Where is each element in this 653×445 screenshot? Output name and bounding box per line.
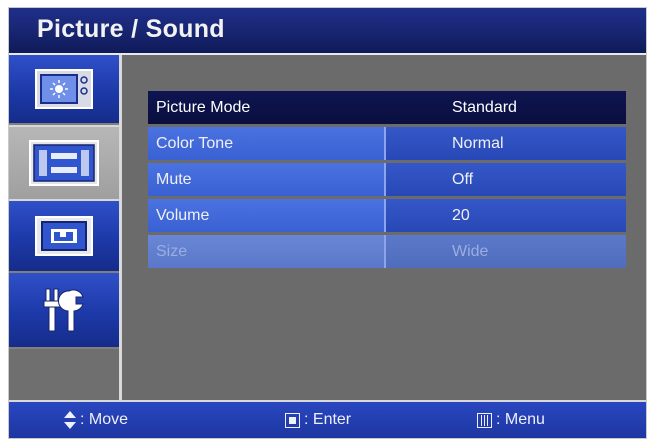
menu-hint-label: : Menu bbox=[496, 411, 545, 428]
menu-button-icon bbox=[477, 412, 492, 428]
menu-row-label: Color Tone bbox=[148, 127, 384, 160]
sidebar-item-setup[interactable] bbox=[9, 273, 119, 349]
enter-hint: : Enter bbox=[285, 411, 351, 429]
enter-button-icon bbox=[285, 412, 300, 428]
menu-row-label: Picture Mode bbox=[148, 91, 384, 124]
menu-row-value: Off bbox=[384, 163, 626, 196]
settings-list: Picture Mode Standard Color Tone Normal … bbox=[148, 91, 626, 271]
menu-row-color-tone[interactable]: Color Tone Normal bbox=[148, 127, 626, 160]
status-bar: : Move : Enter : Menu bbox=[9, 400, 646, 438]
picture-icon bbox=[35, 69, 93, 109]
menu-row-value: Normal bbox=[384, 127, 626, 160]
menu-row-value: Wide bbox=[384, 235, 626, 268]
sidebar-item-picture[interactable] bbox=[9, 55, 119, 125]
menu-row-label: Size bbox=[148, 235, 384, 268]
screen-size-icon bbox=[35, 216, 93, 256]
sound-icon bbox=[29, 140, 99, 186]
enter-hint-label: : Enter bbox=[304, 411, 352, 428]
menu-row-mute[interactable]: Mute Off bbox=[148, 163, 626, 196]
page-title: Picture / Sound bbox=[37, 15, 225, 43]
menu-panel: Picture Mode Standard Color Tone Normal … bbox=[122, 55, 646, 400]
menu-row-label: Volume bbox=[148, 199, 384, 232]
title-bar: Picture / Sound bbox=[9, 8, 646, 55]
menu-row-size: Size Wide bbox=[148, 235, 626, 268]
osd-window: Picture / Sound Picture Mode Standard Co… bbox=[8, 7, 647, 439]
setup-tools-icon bbox=[43, 288, 84, 332]
menu-row-picture-mode[interactable]: Picture Mode Standard bbox=[148, 91, 626, 124]
move-hint-label: : Move bbox=[80, 411, 129, 428]
menu-row-label: Mute bbox=[148, 163, 384, 196]
up-down-arrows-icon bbox=[64, 411, 76, 429]
move-hint: : Move bbox=[64, 411, 128, 429]
sidebar-item-sound[interactable] bbox=[9, 125, 119, 201]
sidebar bbox=[9, 55, 122, 400]
menu-row-value: Standard bbox=[384, 91, 626, 124]
menu-row-value: 20 bbox=[384, 199, 626, 232]
menu-hint: : Menu bbox=[477, 411, 545, 429]
sidebar-item-screen[interactable] bbox=[9, 201, 119, 273]
menu-row-volume[interactable]: Volume 20 bbox=[148, 199, 626, 232]
